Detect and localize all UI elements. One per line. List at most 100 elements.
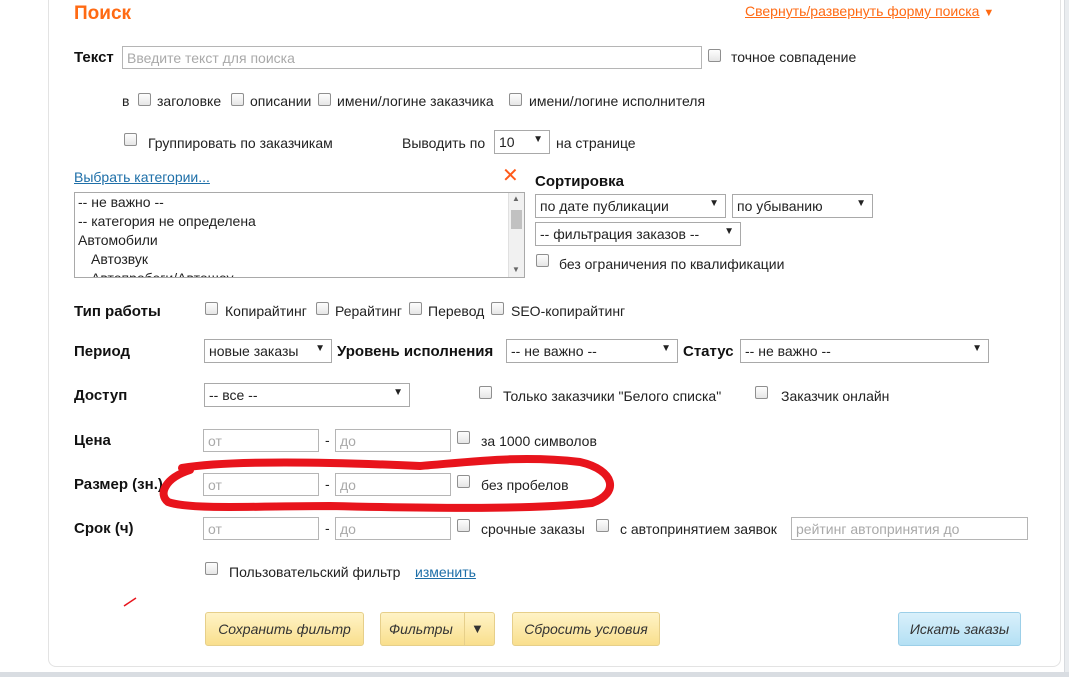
copywriting-checkbox[interactable] xyxy=(205,302,218,315)
chevron-down-icon[interactable]: ▼ xyxy=(471,613,484,645)
auto-accept-checkbox[interactable] xyxy=(596,519,609,532)
period-select[interactable]: новые заказы ▼ xyxy=(204,339,332,363)
exact-match-label: точное совпадение xyxy=(731,49,857,65)
dropdown-arrow-icon: ▼ xyxy=(393,387,403,398)
category-option[interactable]: Автопробеги/Автошоу xyxy=(75,269,524,277)
size-to-input[interactable] xyxy=(335,473,451,496)
per-page-suffix: на странице xyxy=(556,135,636,151)
no-spaces-label: без пробелов xyxy=(481,477,569,493)
translation-checkbox[interactable] xyxy=(409,302,422,315)
auto-accept-label: с автопринятием заявок xyxy=(620,521,777,537)
search-in-label: в xyxy=(122,93,130,109)
access-value: -- все -- xyxy=(209,387,258,403)
in-performer-label: имени/логине исполнителя xyxy=(529,93,706,109)
scrollbar-thumb[interactable] xyxy=(511,210,522,229)
dropdown-arrow-icon: ▼ xyxy=(533,134,543,145)
size-from-input[interactable] xyxy=(203,473,319,496)
in-customer-label: имени/логине заказчика xyxy=(337,93,494,109)
group-by-customer-checkbox[interactable] xyxy=(124,133,137,146)
deadline-to-input[interactable] xyxy=(335,517,451,540)
in-title-checkbox[interactable] xyxy=(138,93,151,106)
sorting-label: Сортировка xyxy=(535,173,624,190)
button-divider xyxy=(464,613,465,645)
category-option[interactable]: -- не важно -- xyxy=(75,193,524,212)
filters-button[interactable]: Фильтры ▼ xyxy=(380,612,495,646)
period-value: новые заказы xyxy=(209,343,299,359)
category-option[interactable]: Автомобили xyxy=(75,231,524,250)
copywriting-label: Копирайтинг xyxy=(225,303,307,319)
no-qualification-limit-checkbox[interactable] xyxy=(536,254,549,267)
group-by-customer-label: Группировать по заказчикам xyxy=(148,135,333,151)
deadline-dash: - xyxy=(325,520,330,536)
custom-filter-label: Пользовательский фильтр xyxy=(229,564,401,580)
status-label: Статус xyxy=(683,343,734,360)
listbox-scrollbar[interactable]: ▲ ▼ xyxy=(508,193,524,277)
category-option[interactable]: Автозвук xyxy=(75,250,524,269)
order-filter-value: -- фильтрация заказов -- xyxy=(540,226,700,242)
urgent-label: срочные заказы xyxy=(481,521,585,537)
triangle-down-icon: ▼ xyxy=(983,7,995,19)
status-select[interactable]: -- не важно -- ▼ xyxy=(740,339,989,363)
custom-filter-edit-link[interactable]: изменить xyxy=(415,564,476,580)
exact-match-checkbox[interactable] xyxy=(708,49,721,62)
level-label: Уровень исполнения xyxy=(337,343,494,360)
dropdown-arrow-icon: ▼ xyxy=(724,226,734,237)
no-qualification-limit-label: без ограничения по квалификации xyxy=(559,256,785,272)
deadline-from-input[interactable] xyxy=(203,517,319,540)
seo-copywriting-label: SEO-копирайтинг xyxy=(511,303,626,319)
scroll-up-icon[interactable]: ▲ xyxy=(512,194,520,203)
order-filter-select[interactable]: -- фильтрация заказов -- ▼ xyxy=(535,222,741,246)
save-filter-button[interactable]: Сохранить фильтр xyxy=(205,612,364,646)
dropdown-arrow-icon: ▼ xyxy=(972,343,982,354)
window-scrollbar[interactable] xyxy=(1064,0,1069,677)
categories-listbox[interactable]: -- не важно -- -- категория не определена… xyxy=(74,192,525,278)
period-label: Период xyxy=(74,343,130,360)
urgent-checkbox[interactable] xyxy=(457,519,470,532)
per-1000-checkbox[interactable] xyxy=(457,431,470,444)
price-from-input[interactable] xyxy=(203,429,319,452)
in-performer-checkbox[interactable] xyxy=(509,93,522,106)
categories-options: -- не важно -- -- категория не определена… xyxy=(75,193,524,277)
whitelist-only-label: Только заказчики "Белого списка" xyxy=(503,388,722,404)
sort-order-select[interactable]: по убыванию ▼ xyxy=(732,194,873,218)
custom-filter-checkbox[interactable] xyxy=(205,562,218,575)
in-description-label: описании xyxy=(250,93,312,109)
search-text-input[interactable] xyxy=(122,46,702,69)
toggle-form-link-text[interactable]: Свернуть/развернуть форму поиска xyxy=(745,3,979,19)
choose-categories-link[interactable]: Выбрать категории... xyxy=(74,169,210,185)
deadline-label: Срок (ч) xyxy=(74,520,134,537)
close-icon[interactable]: ✕ xyxy=(502,166,519,186)
window-bottom-edge xyxy=(0,672,1069,677)
whitelist-only-checkbox[interactable] xyxy=(479,386,492,399)
auto-accept-rating-input[interactable] xyxy=(791,517,1028,540)
level-value: -- не важно -- xyxy=(511,343,597,359)
in-customer-checkbox[interactable] xyxy=(318,93,331,106)
per-page-label: Выводить по xyxy=(402,135,486,151)
no-spaces-checkbox[interactable] xyxy=(457,475,470,488)
toggle-form-link[interactable]: Свернуть/развернуть форму поиска ▼ xyxy=(745,3,994,19)
scroll-down-icon[interactable]: ▼ xyxy=(512,265,520,274)
translation-label: Перевод xyxy=(428,303,485,319)
access-select[interactable]: -- все -- ▼ xyxy=(204,383,410,407)
rewriting-checkbox[interactable] xyxy=(316,302,329,315)
price-label: Цена xyxy=(74,432,111,449)
customer-online-label: Заказчик онлайн xyxy=(781,388,890,404)
level-select[interactable]: -- не важно -- ▼ xyxy=(506,339,678,363)
reset-conditions-button[interactable]: Сбросить условия xyxy=(512,612,660,646)
price-to-input[interactable] xyxy=(335,429,451,452)
work-type-label: Тип работы xyxy=(74,303,161,320)
seo-copywriting-checkbox[interactable] xyxy=(491,302,504,315)
sort-by-select[interactable]: по дате публикации ▼ xyxy=(535,194,726,218)
customer-online-checkbox[interactable] xyxy=(755,386,768,399)
sort-order-value: по убыванию xyxy=(737,198,823,214)
search-orders-button[interactable]: Искать заказы xyxy=(898,612,1021,646)
rewriting-label: Рерайтинг xyxy=(335,303,402,319)
size-label: Размер (зн.) xyxy=(74,476,163,493)
category-option[interactable]: -- категория не определена xyxy=(75,212,524,231)
sort-by-value: по дате публикации xyxy=(540,198,669,214)
page-title: Поиск xyxy=(74,3,132,24)
per-page-select[interactable]: 10 ▼ xyxy=(494,130,550,154)
in-description-checkbox[interactable] xyxy=(231,93,244,106)
filters-button-label: Фильтры xyxy=(389,621,453,637)
access-label: Доступ xyxy=(74,387,128,404)
